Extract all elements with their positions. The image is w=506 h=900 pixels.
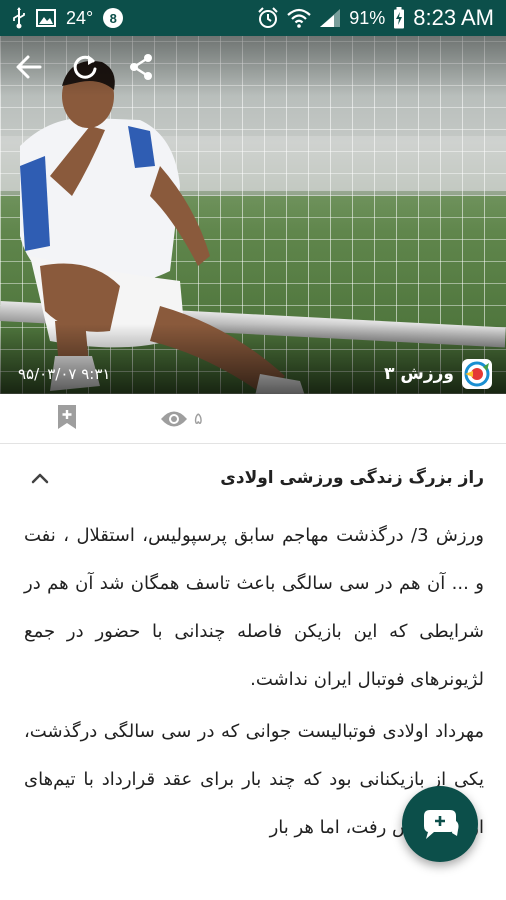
article-title-row[interactable]: راز بزرگ زندگی ورزشی اولادی [0,452,506,504]
hero-toolbar [12,50,158,84]
alarm-icon [257,7,279,29]
share-icon [130,54,152,80]
chevron-up-icon [31,473,49,484]
source-logo-icon [462,359,492,389]
add-comment-button[interactable] [402,786,478,862]
clock: 8:23 AM [413,5,494,30]
status-right: 91% 8:23 AM [257,5,494,31]
article-actions: ۵ [0,394,506,444]
refresh-icon [73,55,97,79]
refresh-button[interactable] [68,50,102,84]
usb-icon [12,7,26,29]
status-left: 24° 8 [12,7,124,29]
publish-date: ۹۵/۰۳/۰۷ ۹:۳۱ [18,365,111,383]
status-bar: 24° 8 91% 8:23 AM [0,0,506,36]
signal-icon [319,8,341,28]
add-comment-icon [424,810,459,839]
back-button[interactable] [12,50,46,84]
image-icon [36,9,56,27]
article-title: راز بزرگ زندگی ورزشی اولادی [220,468,484,488]
share-button[interactable] [124,50,158,84]
back-arrow-icon [16,55,42,79]
source[interactable]: ورزش ۳ [384,359,492,389]
temperature: 24° [66,7,94,28]
notification-badge: 8 [103,8,124,28]
wifi-icon [287,8,311,28]
article-paragraph: ورزش 3/ درگذشت مهاجم سابق پرسپولیس، استق… [24,525,484,690]
view-count: ۵ [160,409,203,428]
source-name: ورزش ۳ [384,364,454,384]
view-count-value: ۵ [194,409,203,428]
battery-icon [393,7,405,29]
hero-meta: ۹۵/۰۳/۰۷ ۹:۳۱ ورزش ۳ [0,356,506,392]
bookmark-add-icon [58,404,76,429]
battery-level: 91% [349,7,386,28]
collapse-button[interactable] [26,464,54,492]
bookmark-add-button[interactable] [56,404,78,434]
eye-icon [161,411,187,426]
article-hero-image [0,36,506,394]
